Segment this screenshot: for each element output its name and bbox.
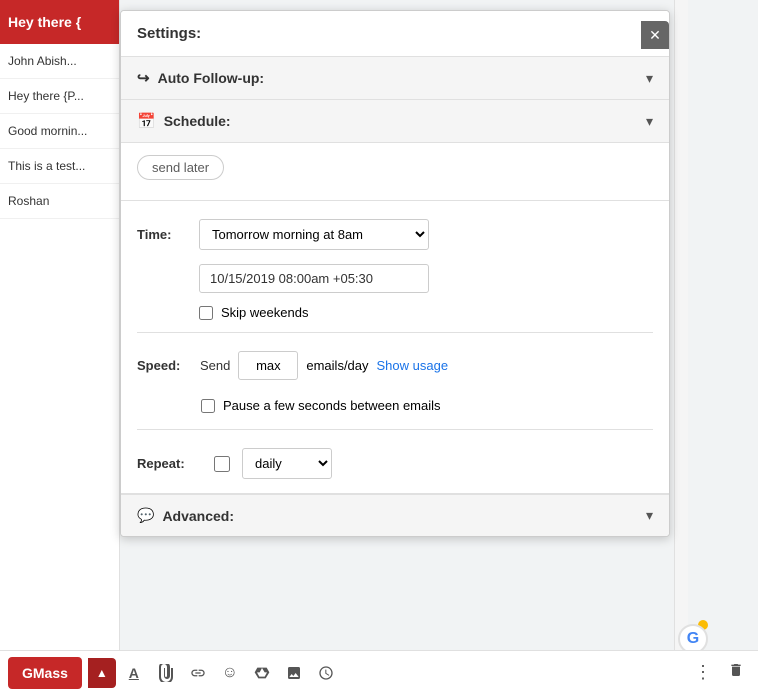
schedule-section: 📅 Schedule: ▾ send later Time: Tomorrow … <box>121 100 669 494</box>
followup-icon: ↪ <box>137 69 150 87</box>
auto-followup-section[interactable]: ↪ Auto Follow-up: ▾ <box>121 57 669 100</box>
schedule-header[interactable]: 📅 Schedule: ▾ <box>121 100 669 143</box>
link-icon[interactable] <box>184 659 212 687</box>
pause-label: Pause a few seconds between emails <box>223 398 441 413</box>
gmass-button[interactable]: GMass <box>8 657 82 689</box>
show-usage-link[interactable]: Show usage <box>377 358 449 373</box>
divider2 <box>137 429 653 430</box>
drive-icon[interactable] <box>248 659 276 687</box>
image-icon[interactable] <box>280 659 308 687</box>
email-list-header: Hey there { <box>0 0 119 44</box>
speed-input[interactable] <box>238 351 298 380</box>
speed-label: Speed: <box>137 358 192 373</box>
repeat-row: Repeat: daily weekly monthly <box>121 434 669 493</box>
time-label: Time: <box>137 227 187 242</box>
advanced-chevron-icon: ▾ <box>646 507 653 524</box>
auto-followup-chevron-icon: ▾ <box>646 70 653 87</box>
repeat-select[interactable]: daily weekly monthly <box>242 448 332 479</box>
attach-file-icon[interactable] <box>152 659 180 687</box>
close-button[interactable]: ✕ <box>641 21 669 49</box>
calendar-icon: 📅 <box>137 112 156 130</box>
email-list-bg: Hey there { John Abish... Hey there {P..… <box>0 0 120 694</box>
speed-row: Speed: Send emails/day Show usage <box>121 337 669 394</box>
advanced-icon: 💬 <box>137 507 154 524</box>
email-list-item: Roshan <box>0 184 119 219</box>
email-list-item: John Abish... <box>0 44 119 79</box>
send-text: Send <box>200 358 230 373</box>
separator <box>121 200 669 201</box>
schedule-body: send later <box>121 143 669 192</box>
datetime-input[interactable] <box>199 264 429 293</box>
repeat-label: Repeat: <box>137 456 202 471</box>
pause-row: Pause a few seconds between emails <box>121 394 669 425</box>
settings-panel: ✕ Settings: ↪ Auto Follow-up: ▾ 📅 Schedu… <box>120 10 670 537</box>
time-select[interactable]: Tomorrow morning at 8am In 1 hour Tonigh… <box>199 219 429 250</box>
send-later-button[interactable]: send later <box>137 155 224 180</box>
email-list-item: This is a test... <box>0 149 119 184</box>
skip-weekends-label: Skip weekends <box>221 305 308 320</box>
emoji-icon[interactable]: ☺ <box>216 659 244 687</box>
settings-title: Settings: <box>121 11 669 57</box>
scrollbar-bg <box>674 0 688 694</box>
emails-per-day-label: emails/day <box>306 358 368 373</box>
divider <box>137 332 653 333</box>
auto-followup-label: ↪ Auto Follow-up: <box>137 69 264 87</box>
time-row: Time: Tomorrow morning at 8am In 1 hour … <box>121 209 669 260</box>
datetime-row <box>121 260 669 297</box>
more-options-icon[interactable]: ⋮ <box>688 658 718 687</box>
delete-icon[interactable] <box>722 657 750 688</box>
schedule-chevron-icon: ▾ <box>646 113 653 130</box>
repeat-checkbox[interactable] <box>214 456 230 472</box>
gmass-dropdown-button[interactable]: ▲ <box>88 658 116 688</box>
email-list-item: Good mornin... <box>0 114 119 149</box>
schedule-icon[interactable] <box>312 659 340 687</box>
format-text-icon[interactable]: A <box>120 659 148 687</box>
toolbar: GMass ▲ A ☺ ⋮ <box>0 650 758 694</box>
skip-weekends-row: Skip weekends <box>121 297 669 328</box>
pause-checkbox[interactable] <box>201 399 215 413</box>
advanced-section[interactable]: 💬 Advanced: ▾ <box>121 494 669 536</box>
skip-weekends-checkbox[interactable] <box>199 306 213 320</box>
email-list-item: Hey there {P... <box>0 79 119 114</box>
